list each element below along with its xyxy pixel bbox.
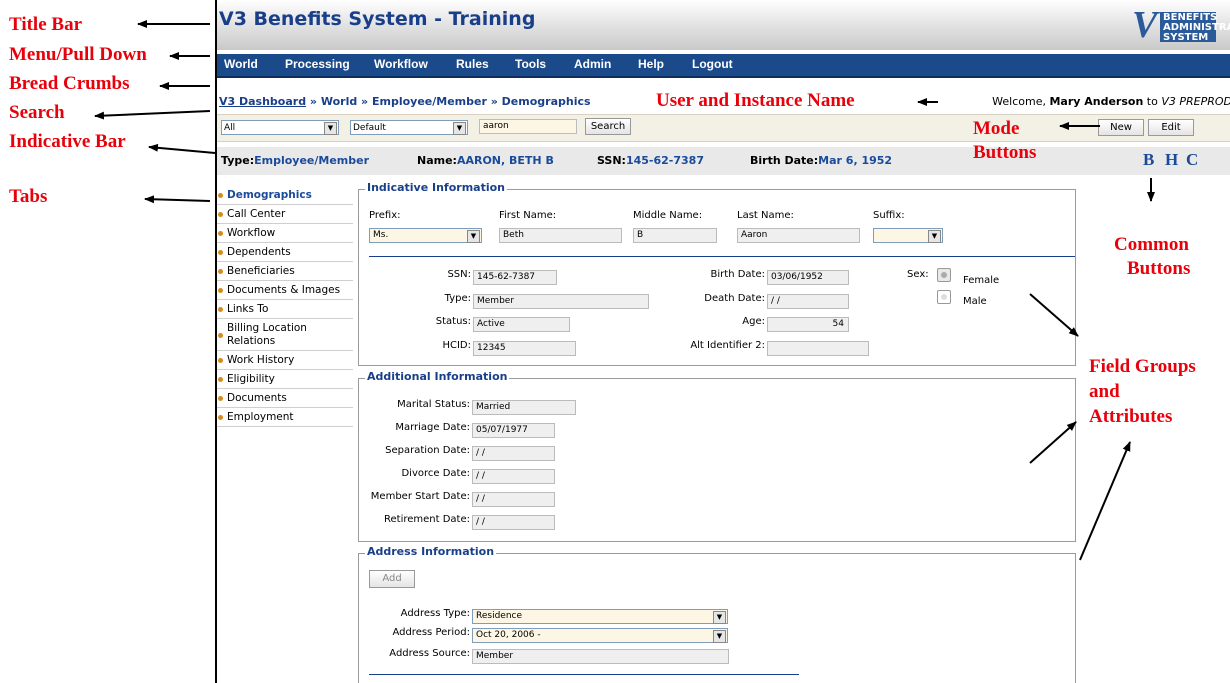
arrow-field-groups-1 bbox=[1029, 293, 1079, 337]
arrow-tabs bbox=[144, 195, 211, 204]
arrow-field-groups-2 bbox=[1029, 421, 1077, 464]
arrow-field-groups-3 bbox=[1079, 441, 1131, 561]
arrow-search bbox=[94, 110, 211, 120]
arrow-indicative-bar bbox=[148, 143, 216, 154]
annotation-arrows bbox=[94, 20, 1155, 561]
